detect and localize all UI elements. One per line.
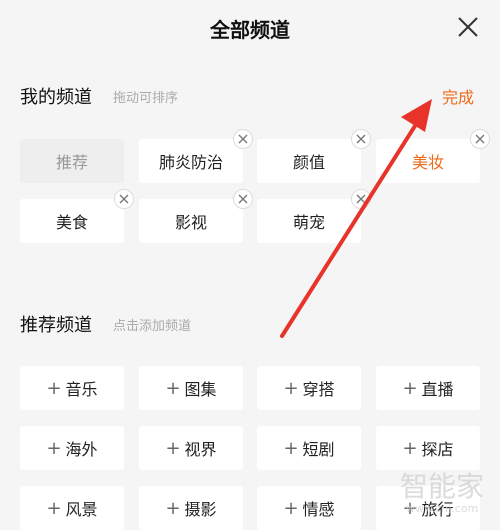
chip-label: 美食 [55,213,88,232]
recommended-item-gallery[interactable]: + 图集 [139,366,243,410]
recommended-item-emotion[interactable]: + 情感 [257,486,361,530]
remove-icon[interactable] [470,129,490,149]
recommended-item-music[interactable]: + 音乐 [20,366,124,410]
chip-label: 海外 [65,440,98,459]
my-channel-item-film[interactable]: 影视 [139,189,253,243]
recommended-item-outfit[interactable]: + 穿搭 [257,366,361,410]
remove-icon[interactable] [114,189,134,209]
my-channels-title: 我的频道 [20,87,92,108]
chip-label: 美妆 [411,153,444,172]
plus-icon: + [402,437,418,459]
plus-icon: + [165,437,181,459]
plus-icon: + [46,497,62,519]
plus-icon: + [165,497,181,519]
my-channel-item-food[interactable]: 美食 [20,189,134,243]
remove-icon[interactable] [351,189,371,209]
my-channel-item-pets[interactable]: 萌宠 [257,189,371,243]
chip-label: 穿搭 [302,380,335,399]
remove-icon[interactable] [233,189,253,209]
svg-text:智能家: 智能家 [400,470,484,503]
chip-label: 音乐 [65,380,98,399]
my-channel-item-beauty-face[interactable]: 颜值 [257,129,371,183]
chip-label: 影视 [174,213,207,232]
plus-icon: + [402,377,418,399]
recommended-item-vision[interactable]: + 视界 [139,426,243,470]
recommended-title: 推荐频道 [20,315,92,336]
svg-text:www.znj.com: www.znj.com [406,502,478,515]
chip-label: 推荐 [55,153,88,172]
chip-label: 萌宠 [292,213,325,232]
done-button[interactable]: 完成 [442,84,474,108]
watermark-logo: 智能家 www.znj.com [400,470,484,515]
recommended-item-overseas[interactable]: + 海外 [20,426,124,470]
chip-label: 风景 [65,500,98,519]
chip-label: 直播 [421,380,454,399]
chip-label: 肺炎防治 [158,153,223,172]
plus-icon: + [283,497,299,519]
plus-icon: + [46,377,62,399]
plus-icon: + [283,437,299,459]
chip-label: 短剧 [302,440,335,459]
chip-label: 视界 [184,440,217,459]
my-channel-item-recommend[interactable]: 推荐 [20,139,124,183]
plus-icon: + [46,437,62,459]
chip-label: 摄影 [184,500,217,519]
close-button[interactable] [456,15,480,39]
remove-icon[interactable] [233,129,253,149]
close-icon [458,17,478,37]
my-channels-hint: 拖动可排序 [113,91,179,106]
chip-label: 探店 [421,440,454,459]
recommended-item-scenery[interactable]: + 风景 [20,486,124,530]
page-title: 全部频道 [210,18,290,42]
plus-icon: + [283,377,299,399]
remove-icon[interactable] [351,129,371,149]
recommended-item-photography[interactable]: + 摄影 [139,486,243,530]
my-channel-item-makeup[interactable]: 美妆 [376,129,490,183]
recommended-item-short-drama[interactable]: + 短剧 [257,426,361,470]
plus-icon: + [165,377,181,399]
chip-label: 图集 [184,380,217,399]
chip-label: 颜值 [292,153,325,172]
recommended-item-live[interactable]: + 直播 [376,366,480,410]
recommended-hint: 点击添加频道 [113,319,192,334]
my-channel-item-pneumonia[interactable]: 肺炎防治 [139,129,253,183]
chip-label: 情感 [302,500,335,519]
